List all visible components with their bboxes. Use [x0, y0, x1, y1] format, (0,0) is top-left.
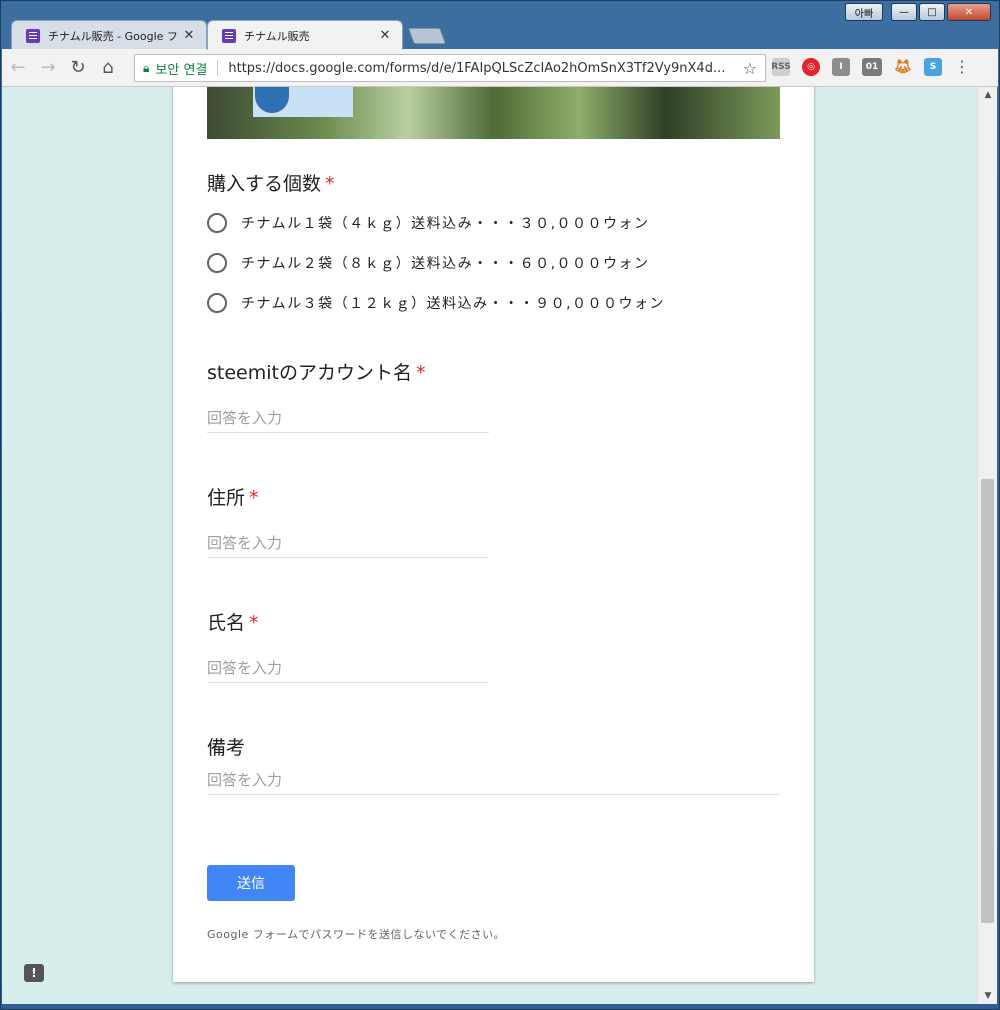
bookmark-star-icon[interactable]: ☆	[743, 59, 757, 78]
required-asterisk: *	[325, 173, 335, 195]
rss-icon[interactable]: RSS	[771, 57, 791, 76]
user-profile-button[interactable]: 아빠	[845, 3, 883, 21]
address-bar[interactable]: 🔒︎ 보안 연결 https://docs.google.com/forms/d…	[134, 54, 766, 82]
form-card: 購入する個数 * チナムル１袋（４ｋｇ）送料込み・・・３０,０００ウォン チナムル…	[173, 87, 814, 982]
instapaper-icon[interactable]: I	[832, 57, 850, 76]
question-account-text: steemitのアカウント名	[207, 362, 412, 384]
question-account-title: steemitのアカウント名 *	[207, 358, 425, 385]
header-image	[207, 87, 780, 139]
radio-option-1[interactable]: チナムル１袋（４ｋｇ）送料込み・・・３０,０００ウォン	[207, 213, 650, 233]
address-input[interactable]: 回答を入力	[207, 528, 489, 558]
omnibox-divider	[217, 60, 219, 76]
submit-button[interactable]: 送信	[207, 865, 295, 901]
question-quantity-title: 購入する個数 *	[207, 169, 335, 196]
tab-google-forms-edit[interactable]: チナムル販売 - Google フ ✕	[11, 20, 207, 50]
required-asterisk: *	[249, 612, 259, 634]
maximize-button[interactable]: □	[919, 3, 945, 21]
scroll-down-arrow-icon[interactable]: ▼	[978, 988, 998, 1004]
radio-option-2[interactable]: チナムル２袋（８ｋｇ）送料込み・・・６０,０００ウォン	[207, 253, 650, 273]
full-name-input[interactable]: 回答を入力	[207, 653, 489, 683]
extensions-area: RSS ◎ I 01 🦊︎ S ⋮	[771, 57, 970, 76]
radio-button[interactable]	[207, 213, 227, 233]
radio-option-label: チナムル３袋（１２ｋｇ）送料込み・・・９０,０００ウォン	[241, 296, 666, 312]
tab-close-icon[interactable]: ✕	[378, 28, 392, 43]
browser-menu-icon[interactable]: ⋮	[954, 57, 970, 76]
radio-option-3[interactable]: チナムル３袋（１２ｋｇ）送料込み・・・９０,０００ウォン	[207, 293, 665, 313]
question-quantity-text: 購入する個数	[207, 173, 322, 195]
forward-arrow-icon[interactable]: →	[34, 54, 62, 82]
reload-icon[interactable]: ↻	[64, 54, 92, 82]
browser-toolbar: ← → ↻ ⌂ 🔒︎ 보안 연결 https://docs.google.com…	[2, 49, 998, 87]
report-problem-icon[interactable]: !	[24, 964, 44, 982]
tab-google-forms-view[interactable]: チナムル販売 ✕	[207, 20, 403, 50]
close-window-button[interactable]: ✕	[947, 3, 991, 21]
radio-option-label: チナムル２袋（８ｋｇ）送料込み・・・６０,０００ウォン	[241, 256, 650, 272]
page-viewport: 購入する個数 * チナムル１袋（４ｋｇ）送料込み・・・３０,０００ウォン チナムル…	[2, 87, 977, 1004]
url-text[interactable]: https://docs.google.com/forms/d/e/1FAIpQ…	[228, 61, 742, 76]
tab-close-icon[interactable]: ✕	[182, 28, 196, 43]
google-forms-icon	[222, 28, 236, 43]
binary-icon[interactable]: 01	[862, 57, 882, 76]
radio-option-label: チナムル１袋（４ｋｇ）送料込み・・・３０,０００ウォン	[241, 216, 650, 232]
scrollbar-thumb[interactable]	[981, 479, 994, 923]
notes-input[interactable]: 回答を入力	[207, 765, 780, 795]
back-arrow-icon[interactable]: ←	[4, 54, 32, 82]
minimize-button[interactable]: —	[891, 3, 917, 21]
tab-title: チナムル販売 - Google フ	[48, 29, 178, 43]
account-name-input[interactable]: 回答を入力	[207, 403, 489, 433]
window-caption-buttons: 아빠 — □ ✕	[845, 3, 991, 21]
question-address-title: 住所 *	[207, 483, 259, 510]
vertical-scrollbar[interactable]: ▲ ▼	[977, 87, 997, 1004]
required-asterisk: *	[415, 362, 426, 384]
browser-window: 아빠 — □ ✕ チナムル販売 - Google フ ✕ チナムル販売 ✕ ← …	[0, 0, 1000, 1010]
question-address-text: 住所	[207, 487, 246, 509]
question-name-text: 氏名	[207, 612, 246, 634]
required-asterisk: *	[249, 487, 259, 509]
home-icon[interactable]: ⌂	[94, 54, 122, 82]
question-notes-text: 備考	[207, 737, 246, 759]
radio-button[interactable]	[207, 293, 227, 313]
radio-button[interactable]	[207, 253, 227, 273]
question-name-title: 氏名 *	[207, 608, 259, 635]
new-tab-button[interactable]	[408, 28, 446, 44]
lock-icon: 🔒︎	[143, 60, 150, 75]
password-warning-note: Google フォームでパスワードを送信しないでください。	[207, 928, 506, 941]
metamask-icon[interactable]: 🦊︎	[894, 58, 912, 76]
google-forms-icon	[26, 28, 40, 43]
tab-strip: チナムル販売 - Google フ ✕ チナムル販売 ✕	[11, 20, 991, 50]
s-icon[interactable]: S	[924, 57, 942, 76]
adobe-icon[interactable]: ◎	[802, 57, 820, 76]
tab-title: チナムル販売	[244, 29, 310, 43]
secure-connection-label: 보안 연결	[155, 62, 208, 78]
scroll-up-arrow-icon[interactable]: ▲	[978, 87, 998, 103]
question-notes-title: 備考	[207, 733, 245, 760]
